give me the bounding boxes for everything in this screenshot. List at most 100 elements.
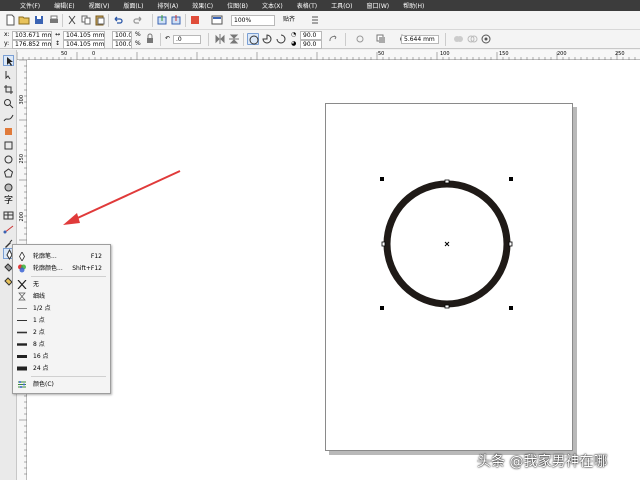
menu-effects[interactable]: 效果(C) <box>192 1 213 10</box>
paste-icon[interactable] <box>94 14 106 26</box>
pick-tool-icon[interactable] <box>3 55 14 66</box>
zoom-level-dropdown[interactable]: 100% <box>231 15 275 26</box>
ellipse-mode-icon[interactable] <box>247 33 259 45</box>
outline-flyout-menu: 轮廓笔... F12 轮廓颜色... Shift+F12 无 细线 1/2 点 … <box>12 244 111 394</box>
basic-shapes-tool-icon[interactable] <box>3 182 14 193</box>
menu-arrange[interactable]: 排列(A) <box>157 1 178 10</box>
start-angle-field[interactable]: 90.0 <box>300 31 322 40</box>
selected-circle[interactable] <box>375 172 520 317</box>
menu-bar: 文件(F) 编辑(E) 视图(V) 版面(L) 排列(A) 效果(C) 位图(B… <box>0 0 640 11</box>
outline-pen-icon <box>17 251 27 262</box>
node-handle <box>444 179 450 184</box>
selection-handle <box>380 306 384 310</box>
import-icon[interactable] <box>156 14 168 26</box>
mirror-horizontal-icon[interactable] <box>214 33 226 45</box>
mirror-vertical-icon[interactable] <box>228 33 240 45</box>
menu-item-2-point[interactable]: 2 点 <box>13 327 110 338</box>
node-handle <box>444 304 450 309</box>
h-tick-label: 150 <box>499 51 509 57</box>
horizontal-ruler[interactable]: 50 0 50 100 150 200 250 <box>17 50 640 60</box>
menu-item-half-point[interactable]: 1/2 点 <box>13 303 110 314</box>
menu-window[interactable]: 窗口(W) <box>367 1 390 10</box>
menu-item-no-outline[interactable]: 无 <box>13 279 110 290</box>
start-angle-icon: ◔ <box>291 31 297 38</box>
menu-item-outline-pen[interactable]: 轮廓笔... F12 <box>13 251 110 262</box>
print-icon[interactable] <box>48 14 60 26</box>
v-tick-label: 300 <box>19 95 25 105</box>
smart-fill-tool-icon[interactable] <box>3 126 14 137</box>
menu-tools[interactable]: 工具(O) <box>331 1 352 10</box>
rectangle-tool-icon[interactable] <box>3 140 14 151</box>
menu-item-24-point[interactable]: 24 点 <box>13 363 110 374</box>
lock-ratio-icon[interactable] <box>144 33 156 45</box>
shape-tool-icon[interactable] <box>3 70 14 81</box>
wrap-text-icon[interactable] <box>354 33 366 45</box>
menu-table[interactable]: 表格(T) <box>297 1 317 10</box>
menu-item-outline-color[interactable]: 轮廓颜色... Shift+F12 <box>13 263 110 274</box>
menu-edit[interactable]: 编辑(E) <box>54 1 74 10</box>
menu-item-8-point[interactable]: 8 点 <box>13 339 110 350</box>
width-field[interactable]: 104.105 mm <box>63 31 105 40</box>
node-handle <box>508 241 513 247</box>
application-launcher-icon[interactable] <box>189 14 201 26</box>
menu-item-hairline[interactable]: 细线 <box>13 291 110 302</box>
center-marker <box>444 241 450 247</box>
weld-icon[interactable] <box>452 33 464 45</box>
line-1pt-icon <box>17 316 27 325</box>
menu-item-1-point[interactable]: 1 点 <box>13 315 110 326</box>
outline-color-icon <box>17 264 27 273</box>
dimension-tool-icon[interactable] <box>3 224 14 235</box>
pie-mode-icon[interactable] <box>261 33 273 45</box>
menu-file[interactable]: 文件(F) <box>20 1 40 10</box>
watermark-text: 头条 @我家男神在哪 <box>477 454 608 470</box>
h-tick-label: 200 <box>557 51 567 57</box>
table-tool-icon[interactable] <box>3 210 14 221</box>
menu-view[interactable]: 视图(V) <box>89 1 110 10</box>
y-position-field[interactable]: 176.852 mm <box>12 40 52 49</box>
scale-y-field[interactable]: 100.0 <box>112 40 132 49</box>
snap-to-label[interactable]: 贴齐 <box>283 16 295 24</box>
undo-icon[interactable] <box>112 14 124 26</box>
menu-layout[interactable]: 版面(L) <box>123 1 143 10</box>
freehand-tool-icon[interactable] <box>3 112 14 123</box>
welcome-screen-icon[interactable] <box>211 14 223 26</box>
crop-tool-icon[interactable] <box>3 84 14 95</box>
menu-text[interactable]: 文本(X) <box>262 1 283 10</box>
text-tool-icon[interactable]: 字 <box>3 196 14 207</box>
line-2pt-icon <box>17 328 27 337</box>
line-half-pt-icon <box>17 304 27 313</box>
trim-icon[interactable] <box>466 33 478 45</box>
rotation-field[interactable]: .0 <box>173 35 201 44</box>
redo-icon[interactable] <box>132 14 144 26</box>
polygon-tool-icon[interactable] <box>3 168 14 179</box>
ellipse-tool-icon[interactable] <box>3 154 14 165</box>
menu-item-color[interactable]: 颜色(C) <box>13 379 110 390</box>
end-angle-field[interactable]: 90.0 <box>300 40 322 49</box>
open-folder-icon[interactable] <box>18 14 30 26</box>
end-angle-icon: ◕ <box>291 40 297 47</box>
copy-icon[interactable] <box>80 14 92 26</box>
menu-help[interactable]: 帮助(H) <box>403 1 424 10</box>
h-tick-label: 0 <box>92 51 96 57</box>
x-position-field[interactable]: 103.671 mm <box>12 31 52 40</box>
outline-width-field[interactable]: 5.644 mm <box>401 35 439 44</box>
scale-x-field[interactable]: 100.0 <box>112 31 132 40</box>
save-icon[interactable] <box>33 14 45 26</box>
menu-bitmaps[interactable]: 位图(B) <box>227 1 248 10</box>
to-front-icon[interactable] <box>375 33 387 45</box>
selection-handle <box>380 177 384 181</box>
arc-mode-icon[interactable] <box>275 33 287 45</box>
annotation-arrow <box>63 170 181 225</box>
convert-to-curves-icon[interactable] <box>480 33 492 45</box>
menu-item-16-point[interactable]: 16 点 <box>13 351 110 362</box>
options-icon[interactable] <box>309 14 321 26</box>
height-field[interactable]: 104.105 mm <box>63 40 105 49</box>
change-direction-icon[interactable] <box>327 33 339 45</box>
cut-icon[interactable] <box>66 14 78 26</box>
node-handle <box>381 241 386 247</box>
export-icon[interactable] <box>170 14 182 26</box>
new-document-icon[interactable] <box>4 14 16 26</box>
scale-y-percent: % <box>135 40 141 47</box>
zoom-tool-icon[interactable] <box>3 98 14 109</box>
y-label: y: <box>4 40 10 47</box>
